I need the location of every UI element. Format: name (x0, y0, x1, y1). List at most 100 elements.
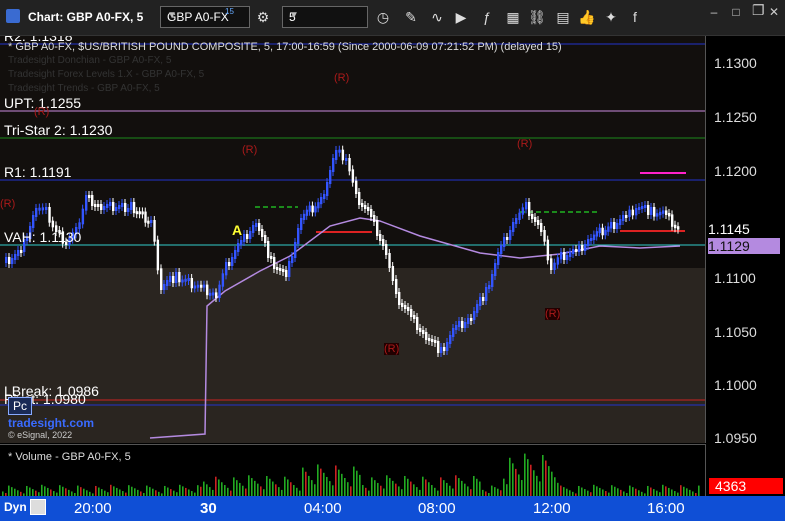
candle-body (584, 244, 587, 251)
candle-body (172, 276, 175, 283)
candle-body (668, 213, 671, 217)
calendar-icon[interactable]: ▦ (504, 8, 522, 26)
restore-icon[interactable]: ❐ (752, 3, 765, 17)
pencil-icon[interactable]: ✎ (402, 8, 420, 26)
candle-body (51, 220, 55, 228)
link-icon[interactable]: ⛓ (528, 8, 546, 26)
facebook-icon[interactable]: f (626, 8, 644, 26)
candle-body (348, 158, 351, 172)
candle-body (288, 261, 291, 277)
candle-body (467, 318, 470, 324)
candle-body (497, 252, 500, 265)
candle-body (345, 158, 348, 161)
scale-icon[interactable] (30, 499, 46, 515)
maximize-icon[interactable]: □ (730, 6, 742, 18)
candle-body (677, 226, 680, 230)
volume-bar (407, 478, 409, 497)
candle-body (635, 208, 638, 216)
candle-body (124, 203, 127, 212)
candle-body (121, 203, 124, 207)
study-icon[interactable]: ∿ (428, 8, 446, 26)
volume-bar (539, 481, 541, 497)
time-tick: 04:00 (304, 500, 342, 517)
volume-bar (344, 478, 346, 497)
candle-body (407, 307, 410, 311)
candle-body (650, 207, 653, 215)
candle-body (598, 227, 601, 234)
candle-body (595, 231, 599, 237)
r2-label: R2: 1.1318 (4, 36, 73, 44)
candle-body (38, 207, 41, 211)
volume-bar (374, 480, 376, 497)
fx-icon[interactable]: ƒ (478, 8, 496, 26)
candle-body (35, 208, 38, 217)
price-tick: 1.1000 (714, 377, 757, 393)
candle-body (332, 158, 335, 172)
candle-body (443, 347, 446, 351)
play-icon[interactable]: ▶ (452, 8, 470, 26)
candle-body (569, 252, 572, 257)
value-area-shade (0, 268, 705, 443)
candle-body (32, 215, 35, 228)
volume-bar (308, 475, 310, 497)
candle-body (209, 292, 212, 296)
candle-body (653, 207, 656, 217)
doc-icon[interactable]: ▤ (554, 8, 572, 26)
candle-body (428, 338, 431, 341)
candle-body (553, 262, 556, 270)
volume-bar (521, 480, 523, 497)
candle-body (305, 209, 309, 216)
candle-body (422, 330, 425, 334)
candle-body (118, 205, 121, 209)
candle-body (166, 280, 169, 286)
candle-body (404, 305, 407, 309)
time-axis[interactable]: Dyn 20:00 30 04:00 08:00 12:00 16:00 (0, 496, 785, 521)
price-chart[interactable]: * GBP A0-FX, $US/BRITISH POUND COMPOSITE… (0, 36, 705, 443)
clock-icon[interactable]: ◷ (374, 8, 392, 26)
candle-body (246, 234, 249, 239)
candle-body (11, 258, 14, 264)
candle-body (506, 237, 509, 240)
volume-bar (203, 481, 205, 497)
close-icon[interactable]: ✕ (768, 6, 780, 18)
candle-body (169, 276, 172, 282)
dyn-button[interactable]: Dyn (4, 500, 27, 514)
candle-body (184, 278, 187, 282)
symbol-input[interactable]: GBP A0-FX 15 ▼ (160, 6, 250, 28)
vah-label: VAH: 1.1130 (4, 229, 82, 245)
pc-button[interactable]: Pc (8, 397, 32, 415)
candle-body (578, 245, 581, 252)
price-tick: 1.1050 (714, 324, 757, 340)
candle-body (425, 332, 428, 340)
candle-body (616, 223, 619, 229)
volume-bar (269, 478, 271, 497)
volume-bar (503, 478, 505, 497)
volume-header: * Volume - GBP A0-FX, 5 (8, 451, 131, 463)
chevron-down-icon[interactable]: ▼ (289, 10, 363, 21)
candle-body (282, 269, 285, 272)
twitter-icon[interactable]: ✦ (602, 8, 620, 26)
volume-bar (233, 477, 235, 497)
volume-bar (218, 479, 220, 497)
faded-line-1: Tradesight Donchian - GBP A0-FX, 5 (8, 55, 172, 66)
candle-body (291, 256, 294, 263)
volume-bar (236, 480, 238, 497)
minimize-icon[interactable]: – (708, 6, 720, 18)
interval-input[interactable]: 5 ▼ (282, 6, 368, 28)
volume-bar (377, 482, 379, 497)
candle-body (509, 230, 512, 240)
chevron-down-icon[interactable]: ▼ (167, 10, 245, 21)
candle-body (601, 227, 604, 236)
candle-body (410, 309, 413, 317)
candle-body (181, 279, 184, 283)
volume-bar (347, 482, 349, 497)
volume-panel[interactable]: * Volume - GBP A0-FX, 5 (0, 444, 705, 497)
r-marker: (R) (517, 138, 533, 150)
candle-body (5, 257, 8, 263)
volume-bar (545, 460, 547, 497)
candle-body (563, 252, 566, 260)
candle-body (234, 250, 237, 259)
thumbs-up-icon[interactable]: 👍 (578, 8, 596, 26)
link-gear-icon[interactable]: ⚙ (254, 8, 272, 26)
candle-body (175, 272, 178, 283)
